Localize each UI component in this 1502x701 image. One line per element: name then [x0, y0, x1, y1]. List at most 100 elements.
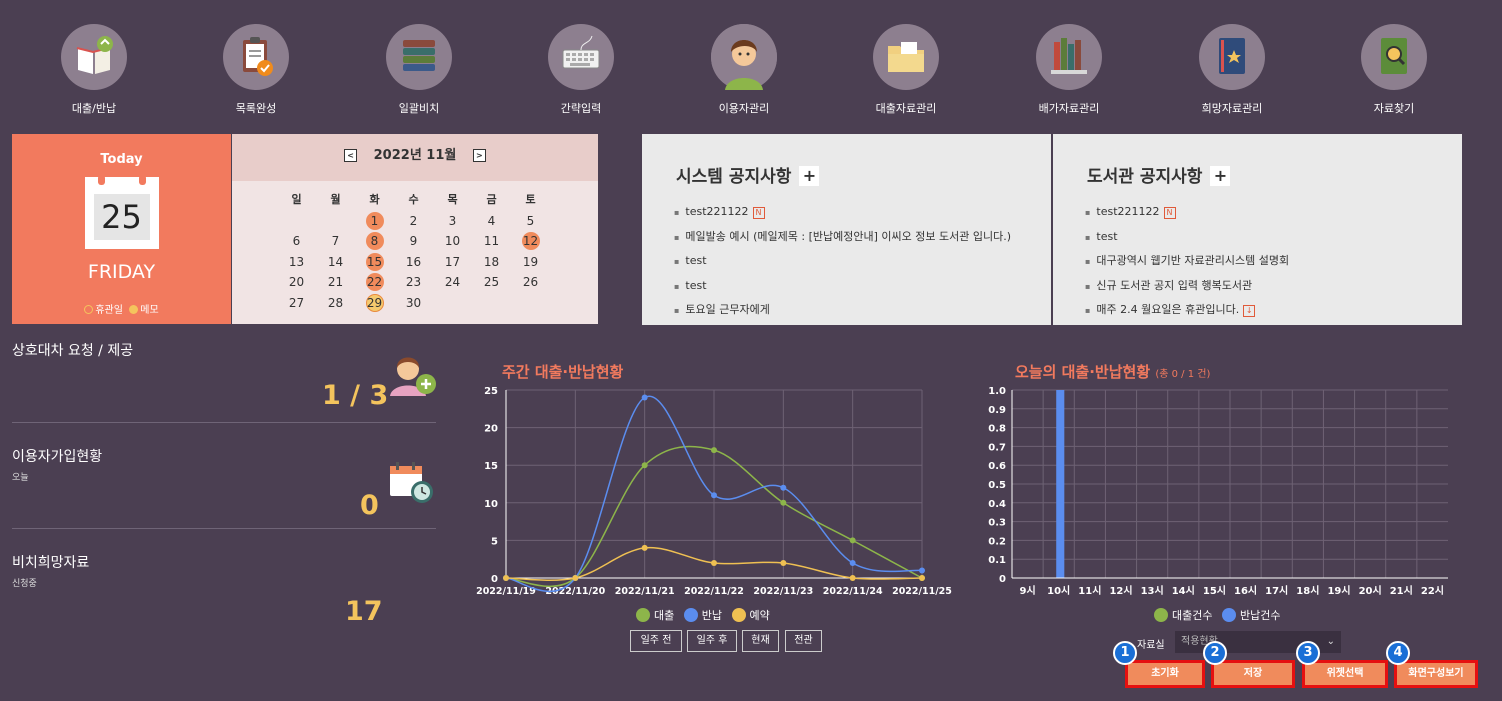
interlibrary-value: 1 / 3: [322, 380, 389, 411]
nav-quick-input[interactable]: 간략입력: [521, 24, 641, 116]
layout-view-button[interactable]: 화면구성보기: [1394, 660, 1478, 688]
system-notice-more-button[interactable]: +: [799, 166, 820, 186]
calendar-day-number: 2: [409, 213, 418, 228]
calendar-day[interactable]: 19: [511, 252, 550, 273]
calendar-day[interactable]: 29: [355, 293, 394, 314]
calendar-day[interactable]: 7: [316, 231, 355, 252]
x-tick-label: 12시: [1109, 585, 1132, 597]
nav-find-materials[interactable]: 자료찾기: [1334, 24, 1454, 116]
y-tick-label: 0.3: [988, 518, 1006, 529]
data-point[interactable]: [780, 499, 787, 506]
calendar-day[interactable]: 30: [394, 293, 433, 314]
wish-stat[interactable]: 비치희망자료 신청중 17: [12, 552, 436, 635]
data-point[interactable]: [503, 575, 509, 581]
data-point[interactable]: [919, 575, 925, 581]
today-chart-title: 오늘의 대출·반납현황 (총 0 / 1 건): [1015, 361, 1210, 382]
calendar-day[interactable]: 10: [433, 231, 472, 252]
next-month-button[interactable]: >: [472, 149, 486, 162]
notice-item[interactable]: 매주 2.4 월요일은 휴관입니다.↓: [1085, 302, 1289, 327]
calendar-day[interactable]: 27: [277, 293, 316, 314]
calendar-day[interactable]: 5: [511, 211, 550, 232]
calendar-day[interactable]: 6: [277, 231, 316, 252]
interlibrary-stat[interactable]: 상호대차 요청 / 제공 1 / 3: [12, 340, 436, 423]
notice-item[interactable]: 신규 도서관 공지 입력 행복도서관: [1085, 278, 1289, 303]
calendar-day[interactable]: 2: [394, 211, 433, 232]
notice-item[interactable]: test221122N: [674, 204, 1011, 229]
data-point[interactable]: [641, 462, 648, 469]
user-add-icon: [390, 357, 436, 396]
data-point[interactable]: [780, 559, 787, 566]
nav-wish-materials[interactable]: 희망자료관리: [1172, 24, 1292, 116]
notice-item[interactable]: test221122N: [1085, 204, 1289, 229]
notice-item[interactable]: test: [1085, 229, 1289, 254]
calendar-day[interactable]: 16: [394, 252, 433, 273]
notice-item[interactable]: test: [674, 278, 1011, 303]
calendar-day[interactable]: 21: [316, 272, 355, 293]
calendar-day[interactable]: 28: [316, 293, 355, 314]
data-point[interactable]: [919, 567, 925, 574]
calendar-day[interactable]: 4: [472, 211, 511, 232]
library-notice-panel: 도서관 공지사항 + test221122Ntest 대구광역시 웹기반 자료관리시…: [1053, 134, 1462, 325]
data-point[interactable]: [641, 394, 648, 401]
calendar-day[interactable]: 3: [433, 211, 472, 232]
notice-item[interactable]: 토요일 근무자에게: [674, 302, 1011, 327]
nav-loan-materials[interactable]: 대출자료관리: [846, 24, 966, 116]
library-notice-list: test221122Ntest 대구광역시 웹기반 자료관리시스템 설명회신규 도…: [1085, 204, 1289, 327]
library-notice-more-button[interactable]: +: [1210, 166, 1231, 186]
calendar-day[interactable]: 8: [355, 231, 394, 252]
data-point[interactable]: [849, 537, 856, 544]
nav-bulk-shelve[interactable]: 일괄비치: [359, 24, 479, 116]
calendar-day[interactable]: 14: [316, 252, 355, 273]
data-point[interactable]: [572, 575, 579, 581]
prev-week-button[interactable]: 일주 전: [630, 630, 682, 652]
weekday-header: 금: [486, 193, 497, 206]
calendar-day[interactable]: 9: [394, 231, 433, 252]
save-button[interactable]: 저장: [1211, 660, 1295, 688]
notice-item[interactable]: 메일발송 예시 (메일제목 : [반납예정안내] 이씨오 정보 도서관 입니다.…: [674, 229, 1011, 254]
calendar-day[interactable]: 20: [277, 272, 316, 293]
new-badge: N: [1163, 207, 1176, 219]
data-point[interactable]: [711, 492, 717, 499]
nav-user-manage[interactable]: 이용자관리: [684, 24, 804, 116]
calendar-day[interactable]: 1: [355, 211, 394, 232]
calendar-day-number: 4: [487, 213, 496, 228]
calendar-day[interactable]: 12: [511, 231, 550, 252]
bar[interactable]: [1056, 390, 1065, 578]
data-point[interactable]: [849, 575, 856, 581]
calendar-day[interactable]: 13: [277, 252, 316, 273]
x-tick-label: 13시: [1141, 585, 1164, 597]
reset-button[interactable]: 초기화: [1125, 660, 1205, 688]
book-stack-icon: [386, 24, 452, 90]
notice-text: test: [685, 254, 707, 267]
signup-stat[interactable]: 이용자가입현황 오늘 0: [12, 446, 436, 529]
notice-item[interactable]: test: [674, 253, 1011, 278]
memo-dot-icon: [129, 305, 139, 314]
calendar-day[interactable]: 17: [433, 252, 472, 273]
current-week-button[interactable]: 현재: [742, 630, 779, 652]
calendar-day[interactable]: 26: [511, 272, 550, 293]
prev-month-button[interactable]: <: [344, 149, 358, 162]
calendar-day[interactable]: 18: [472, 252, 511, 273]
data-point[interactable]: [711, 559, 717, 566]
calendar-day[interactable]: 15: [355, 252, 394, 273]
all-libraries-button[interactable]: 전관: [785, 630, 822, 652]
today-title: Today: [100, 152, 143, 167]
calendar-day[interactable]: 23: [394, 272, 433, 293]
data-point[interactable]: [641, 544, 648, 551]
nav-catalog-complete[interactable]: 목록완성: [196, 24, 316, 116]
calendar-day: [472, 293, 511, 314]
calendar-day[interactable]: 25: [472, 272, 511, 293]
y-tick-label: 20: [484, 424, 498, 435]
calendar-day[interactable]: 22: [355, 272, 394, 293]
calendar-day[interactable]: 24: [433, 272, 472, 293]
next-week-button[interactable]: 일주 후: [687, 630, 737, 652]
data-point[interactable]: [780, 484, 787, 491]
data-point[interactable]: [849, 559, 856, 566]
nav-shelve-materials[interactable]: 배가자료관리: [1009, 24, 1129, 116]
widget-select-button[interactable]: 위젯선택: [1302, 660, 1388, 688]
calendar-day[interactable]: 11: [472, 231, 511, 252]
notice-text: test: [1096, 229, 1118, 243]
data-point[interactable]: [711, 447, 717, 454]
notice-item[interactable]: 대구광역시 웹기반 자료관리시스템 설명회: [1085, 253, 1289, 278]
nav-loan-return[interactable]: 대출/반납: [34, 24, 154, 116]
